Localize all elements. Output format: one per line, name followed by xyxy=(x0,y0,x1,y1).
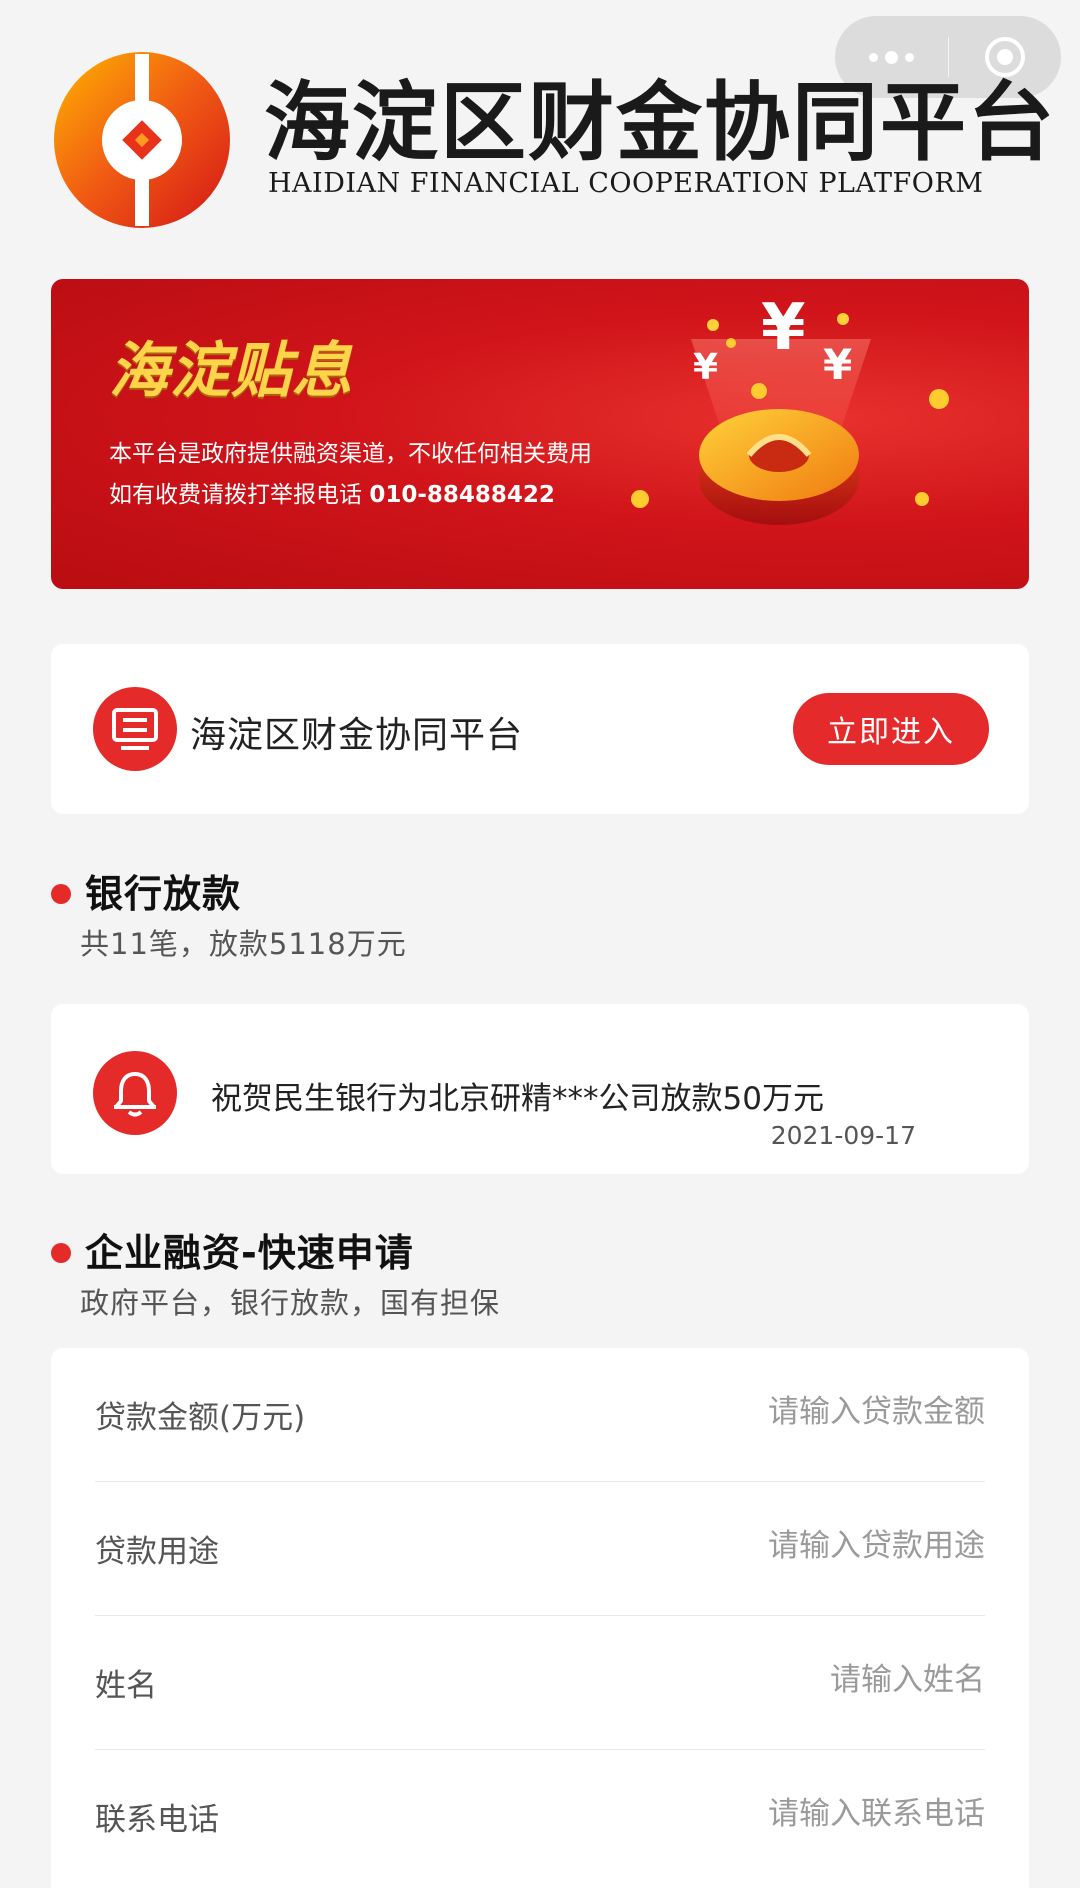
banner-title: 海淀贴息 xyxy=(109,336,353,406)
coin-illustration: ¥ ¥ ¥ xyxy=(631,279,1029,589)
enter-now-button[interactable]: 立即进入 xyxy=(793,693,989,765)
notice-date: 2021-09-17 xyxy=(770,1121,916,1150)
field-label: 贷款金额(万元) xyxy=(95,1400,306,1436)
promo-banner[interactable]: 海淀贴息 本平台是政府提供融资渠道，不收任何相关费用 如有收费请拨打举报电话 0… xyxy=(51,279,1029,589)
phone-row: 联系电话 xyxy=(95,1750,985,1884)
platform-name: 海淀区财金协同平台 xyxy=(190,715,524,756)
name-row: 姓名 xyxy=(95,1616,985,1750)
banner-report-text: 如有收费请拨打举报电话 xyxy=(109,482,370,508)
banner-report-line: 如有收费请拨打举报电话 010-88488422 xyxy=(109,475,555,509)
loan-notice-card[interactable]: 祝贺民生银行为北京研精***公司放款50万元 2021-09-17 xyxy=(51,1004,1029,1174)
haidian-coin-logo xyxy=(52,50,232,230)
svg-text:¥: ¥ xyxy=(823,340,852,389)
page-header: 海淀区财金协同平台 HAIDIAN FINANCIAL COOPERATION … xyxy=(52,50,1054,230)
loan-application-form: 贷款金额(万元) 贷款用途 姓名 联系电话 xyxy=(51,1348,1029,1888)
loan-amount-input[interactable] xyxy=(565,1384,985,1440)
section-bullet xyxy=(51,1243,71,1263)
loan-purpose-input[interactable] xyxy=(565,1518,985,1574)
name-input[interactable] xyxy=(565,1652,985,1708)
field-label: 姓名 xyxy=(95,1668,157,1704)
report-phone-number: 010-88488422 xyxy=(369,482,555,508)
notice-text: 祝贺民生银行为北京研精***公司放款50万元 xyxy=(211,1081,824,1117)
field-label: 联系电话 xyxy=(95,1802,219,1838)
loan-amount-row: 贷款金额(万元) xyxy=(95,1348,985,1482)
banner-notice-line: 本平台是政府提供融资渠道，不收任何相关费用 xyxy=(109,441,592,467)
loan-purpose-row: 贷款用途 xyxy=(95,1482,985,1616)
brand-title: 海淀区财金协同平台 xyxy=(264,73,1056,173)
phone-input[interactable] xyxy=(565,1786,985,1842)
bell-icon xyxy=(93,1051,177,1135)
svg-text:¥: ¥ xyxy=(761,291,806,365)
platform-entry-card[interactable]: 海淀区财金协同平台 立即进入 xyxy=(51,644,1029,814)
section-summary: 政府平台，银行放款，国有担保 xyxy=(80,1286,501,1320)
document-list-icon xyxy=(93,687,177,771)
section-title: 企业融资-快速申请 xyxy=(85,1231,414,1275)
brand-subtitle: HAIDIAN FINANCIAL COOPERATION PLATFORM xyxy=(268,168,984,199)
section-bullet xyxy=(51,884,71,904)
section-title: 银行放款 xyxy=(85,872,242,916)
field-label: 贷款用途 xyxy=(95,1534,219,1570)
svg-text:¥: ¥ xyxy=(693,347,718,388)
section-summary: 共11笔，放款5118万元 xyxy=(80,927,407,961)
